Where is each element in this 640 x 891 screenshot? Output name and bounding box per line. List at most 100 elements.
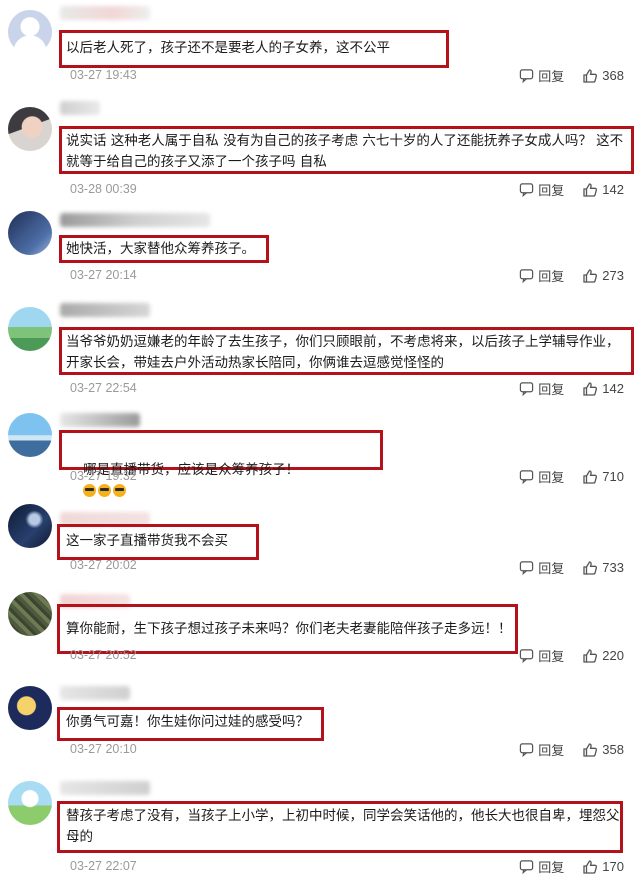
comment-actions: 回复 142 [519, 180, 624, 199]
comment-actions: 回复 170 [519, 857, 624, 876]
username-blurred[interactable] [60, 213, 210, 227]
chat-bubble-icon [520, 860, 534, 874]
reply-button[interactable]: 回复 [519, 646, 564, 665]
username-blurred[interactable] [60, 6, 150, 20]
avatar[interactable] [8, 107, 52, 151]
thumbs-up-icon [583, 648, 598, 663]
like-button[interactable]: 358 [582, 742, 624, 758]
username-blurred[interactable] [60, 686, 130, 700]
comment-actions: 回复 220 [519, 646, 624, 665]
comment-item: 你勇气可嘉！你生娃你问过娃的感受吗？ 03-27 20:10 回复 358 [0, 680, 640, 775]
comment-actions: 回复 142 [519, 379, 624, 398]
chat-bubble-icon [520, 382, 534, 396]
comment-actions: 回复 273 [519, 266, 624, 285]
avatar[interactable] [8, 10, 52, 54]
comment-time: 03-27 19:43 [70, 68, 137, 82]
reply-label: 回复 [538, 861, 565, 876]
username-blurred[interactable] [60, 781, 150, 795]
chat-bubble-icon [520, 183, 534, 197]
reply-button[interactable]: 回复 [519, 467, 564, 486]
comment-text: 她快活，大家替他众筹养孩子。 [66, 241, 255, 257]
reply-button[interactable]: 回复 [519, 379, 564, 398]
cool-emoji-icon [113, 484, 127, 497]
avatar[interactable] [8, 307, 52, 351]
comment-text: 你勇气可嘉！你生娃你问过娃的感受吗？ [66, 714, 309, 730]
like-button[interactable]: 273 [582, 268, 624, 284]
reply-button[interactable]: 回复 [519, 266, 564, 285]
like-count: 273 [602, 268, 624, 283]
thumbs-up-icon [583, 381, 598, 396]
chat-bubble-icon [520, 269, 534, 283]
like-button[interactable]: 142 [582, 182, 624, 198]
reply-label: 回复 [538, 270, 565, 285]
like-count: 220 [602, 648, 624, 663]
reply-label: 回复 [538, 70, 565, 85]
like-button[interactable]: 733 [582, 560, 624, 576]
cool-emoji-icon [83, 484, 97, 497]
comment-time: 03-27 22:07 [70, 859, 137, 873]
thumbs-up-icon [583, 560, 598, 575]
like-button[interactable]: 710 [582, 469, 624, 485]
reply-button[interactable]: 回复 [519, 740, 564, 759]
comment-text: 算你能耐，生下孩子想过孩子未来吗？你们老夫老妻能陪伴孩子走多远！！ [66, 621, 512, 637]
reply-button[interactable]: 回复 [519, 558, 564, 577]
like-count: 142 [602, 182, 624, 197]
username-blurred[interactable] [60, 413, 140, 427]
comment-text: 说实话 这种老人属于自私 没有为自己的孩子考虑 六七十岁的人了还能抚养子女成人吗… [66, 133, 624, 170]
avatar[interactable] [8, 504, 52, 548]
comment-item: 算你能耐，生下孩子想过孩子未来吗？你们老夫老妻能陪伴孩子走多远！！ 03-27 … [0, 590, 640, 680]
thumbs-up-icon [583, 182, 598, 197]
avatar[interactable] [8, 592, 52, 636]
reply-label: 回复 [538, 383, 565, 398]
thumbs-up-icon [583, 268, 598, 283]
comment-text: 替孩子考虑了没有，当孩子上小学，上初中时候，同学会笑话他的，他长大也很自卑，埋怨… [66, 808, 620, 845]
like-count: 368 [602, 68, 624, 83]
comment-time: 03-27 20:02 [70, 558, 137, 572]
like-count: 733 [602, 560, 624, 575]
avatar[interactable] [8, 686, 52, 730]
comment-time: 03-27 19:32 [70, 469, 137, 483]
chat-bubble-icon [520, 561, 534, 575]
avatar[interactable] [8, 211, 52, 255]
like-count: 142 [602, 381, 624, 396]
comment-time: 03-28 00:39 [70, 182, 137, 196]
like-count: 710 [602, 469, 624, 484]
comment-item: 这一家子直播带货我不会买 03-27 20:02 回复 733 [0, 500, 640, 590]
comment-time: 03-27 20:14 [70, 268, 137, 282]
comment-item: 哪是直播带货，应该是众筹养孩子！ 03-27 19:32 回复 710 [0, 405, 640, 500]
like-button[interactable]: 170 [582, 859, 624, 875]
comment-item: 以后老人死了，孩子还不是要老人的子女养，这不公平 03-27 19:43 回复 … [0, 0, 640, 95]
thumbs-up-icon [583, 859, 598, 874]
avatar[interactable] [8, 413, 52, 457]
username-blurred[interactable] [60, 303, 150, 317]
reply-button[interactable]: 回复 [519, 180, 564, 199]
like-button[interactable]: 142 [582, 381, 624, 397]
comment-item: 当爷爷奶奶逗嫌老的年龄了去生孩子，你们只顾眼前，不考虑将来，以后孩子上学辅导作业… [0, 295, 640, 405]
comment-time: 03-27 20:10 [70, 742, 137, 756]
reply-label: 回复 [538, 562, 565, 577]
like-count: 170 [602, 859, 624, 874]
reply-label: 回复 [538, 744, 565, 759]
comment-item: 说实话 这种老人属于自私 没有为自己的孩子考虑 六七十岁的人了还能抚养子女成人吗… [0, 95, 640, 205]
reply-label: 回复 [538, 184, 565, 199]
comment-text: 这一家子直播带货我不会买 [66, 533, 228, 549]
thumbs-up-icon [583, 469, 598, 484]
comment-text: 以后老人死了，孩子还不是要老人的子女养，这不公平 [66, 40, 390, 56]
chat-bubble-icon [520, 743, 534, 757]
thumbs-up-icon [583, 742, 598, 757]
reply-button[interactable]: 回复 [519, 857, 564, 876]
like-button[interactable]: 368 [582, 68, 624, 84]
reply-button[interactable]: 回复 [519, 66, 564, 85]
chat-bubble-icon [520, 649, 534, 663]
like-count: 358 [602, 742, 624, 757]
comment-actions: 回复 733 [519, 558, 624, 577]
avatar[interactable] [8, 781, 52, 825]
username-blurred[interactable] [60, 101, 100, 115]
comment-time: 03-27 22:54 [70, 381, 137, 395]
chat-bubble-icon [520, 69, 534, 83]
comment-actions: 回复 710 [519, 467, 624, 486]
chat-bubble-icon [520, 470, 534, 484]
comment-actions: 回复 368 [519, 66, 624, 85]
like-button[interactable]: 220 [582, 648, 624, 664]
comment-actions: 回复 358 [519, 740, 624, 759]
